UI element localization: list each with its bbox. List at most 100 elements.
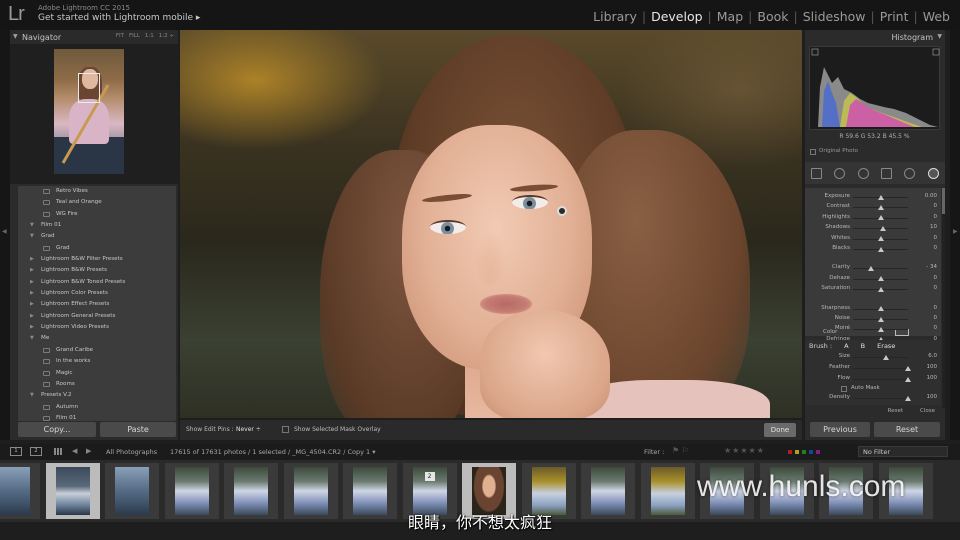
preset-item[interactable]: Teal and Orange [18,197,176,208]
brush-flow-knob[interactable] [905,376,911,382]
red-label-icon[interactable] [788,450,792,454]
stack-count-badge[interactable]: 2 [424,472,435,481]
dehaze-slider[interactable]: Dehaze 0 [805,274,941,284]
brush-density-track[interactable] [853,395,911,401]
preset-item[interactable]: Magic [18,368,176,379]
scrollbar-thumb[interactable] [942,188,945,214]
noise-value[interactable]: 0 [934,315,938,321]
navigator-zoom-box[interactable] [78,73,100,103]
green-label-icon[interactable] [802,450,806,454]
shadows-track[interactable] [853,225,908,231]
right-panel-scrollbar[interactable] [942,188,945,408]
brush-size-value[interactable]: 6.0 [928,353,937,359]
preset-item[interactable]: Film 01 [18,413,176,421]
navigator-thumbnail[interactable] [54,49,124,174]
shadows-knob[interactable] [880,225,887,231]
histogram-header[interactable]: Histogram ▼ [805,30,945,44]
exposure-track[interactable] [853,194,908,200]
module-develop[interactable]: Develop [647,9,706,24]
clarity-value[interactable]: - 34 [926,264,937,270]
dehaze-knob[interactable] [877,276,884,282]
moir-knob[interactable] [877,326,884,332]
radial-filter-icon[interactable] [904,167,916,179]
spot-removal-icon[interactable] [834,167,846,179]
brush-density-knob[interactable] [905,395,911,401]
navigator-preview[interactable] [10,44,178,184]
contrast-knob[interactable] [877,204,884,210]
brush-size-slider[interactable]: Size 6.0 [805,352,941,362]
paste-settings-button[interactable]: Paste [100,422,176,437]
brush-density-slider[interactable]: Density 100 [805,393,941,403]
crop-tool-icon[interactable] [811,167,823,179]
preset-item[interactable]: In the works [18,356,176,367]
preset-folder[interactable]: ▶ Lightroom General Presets [18,311,176,322]
graduated-filter-icon[interactable] [881,167,893,179]
moir-value[interactable]: 0 [934,325,938,331]
preset-item[interactable]: Retro Vibes [18,186,176,197]
adjustment-brush-icon[interactable] [927,167,939,179]
forward-arrow-icon[interactable]: ▶ [86,447,91,455]
identity-plate[interactable]: Get started with Lightroom mobile ▸ [38,13,200,23]
highlights-track[interactable] [853,215,908,221]
highlights-slider[interactable]: Highlights 0 [805,213,941,223]
brush-feather-slider[interactable]: Feather 100 [805,363,941,373]
shadow-clipping-icon[interactable] [811,48,819,56]
exposure-knob[interactable] [877,194,884,200]
reset-button[interactable]: Reset [874,422,940,437]
sharpness-value[interactable]: 0 [934,305,938,311]
zoom-mode-3[interactable]: 1:2 ÷ [159,33,174,39]
sharpness-track[interactable] [853,306,908,312]
filter-select[interactable]: No Filter [858,446,948,457]
highlight-clipping-icon[interactable] [932,48,940,56]
preset-folder[interactable]: ▼ Presets V.2 [18,390,176,401]
brush-tab-b[interactable]: B [861,342,865,350]
left-panel-toggle[interactable]: ◀ [0,30,10,440]
contrast-value[interactable]: 0 [934,203,938,209]
presets-scrollbar[interactable] [176,186,178,421]
saturation-knob[interactable] [877,286,884,292]
sharpness-slider[interactable]: Sharpness 0 [805,304,941,314]
brush-flow-value[interactable]: 100 [927,375,938,381]
primary-monitor-button[interactable]: 1 [10,447,22,456]
moir-slider[interactable]: Moiré 0 [805,324,941,334]
blacks-track[interactable] [853,246,908,252]
preset-folder[interactable]: ▶ Lightroom Color Presets [18,288,176,299]
noise-knob[interactable] [877,316,884,322]
highlights-knob[interactable] [877,215,884,221]
grid-view-icon[interactable] [54,448,62,455]
brush-flow-track[interactable] [853,376,911,382]
auto-mask-checkbox[interactable] [841,386,847,392]
navigator-header[interactable]: ▼ Navigator FIT FILL 1:1 1:2 ÷ [10,30,178,44]
brush-density-value[interactable]: 100 [927,394,938,400]
preset-folder[interactable]: ▶ Lightroom B&W Toned Presets [18,277,176,288]
exposure-value[interactable]: 0.00 [925,193,937,199]
module-library[interactable]: Library [589,9,641,24]
brush-size-track[interactable] [853,354,908,360]
yellow-label-icon[interactable] [795,450,799,454]
dehaze-track[interactable] [853,276,908,282]
copy-settings-button[interactable]: Copy... [18,422,96,437]
blacks-value[interactable]: 0 [934,245,938,251]
noise-slider[interactable]: Noise 0 [805,314,941,324]
noise-track[interactable] [853,316,908,322]
saturation-slider[interactable]: Saturation 0 [805,284,941,294]
preset-folder[interactable]: ▼ Grad [18,231,176,242]
star-icon[interactable]: ★★★★★ [724,446,765,455]
edit-pins-select[interactable]: Never ÷ [236,426,261,433]
histogram-graph[interactable] [809,46,940,130]
exposure-slider[interactable]: Exposure 0.00 [805,192,941,202]
preset-item[interactable]: Rooms [18,379,176,390]
preset-folder[interactable]: ▼ Me [18,333,176,344]
blacks-knob[interactable] [877,246,884,252]
source-label[interactable]: All Photographs [106,448,157,456]
purple-label-icon[interactable] [816,450,820,454]
preset-folder[interactable]: ▼ Film 01 [18,220,176,231]
preset-folder[interactable]: ▶ Lightroom Effect Presets [18,299,176,310]
done-button[interactable]: Done [764,423,796,437]
preset-folder[interactable]: ▶ Lightroom B&W Filter Presets [18,254,176,265]
preset-item[interactable]: Grad [18,243,176,254]
preset-folder[interactable]: ▶ Lightroom Video Presets [18,322,176,333]
contrast-slider[interactable]: Contrast 0 [805,202,941,212]
zoom-mode-2[interactable]: 1:1 [145,33,154,39]
whites-slider[interactable]: Whites 0 [805,234,941,244]
